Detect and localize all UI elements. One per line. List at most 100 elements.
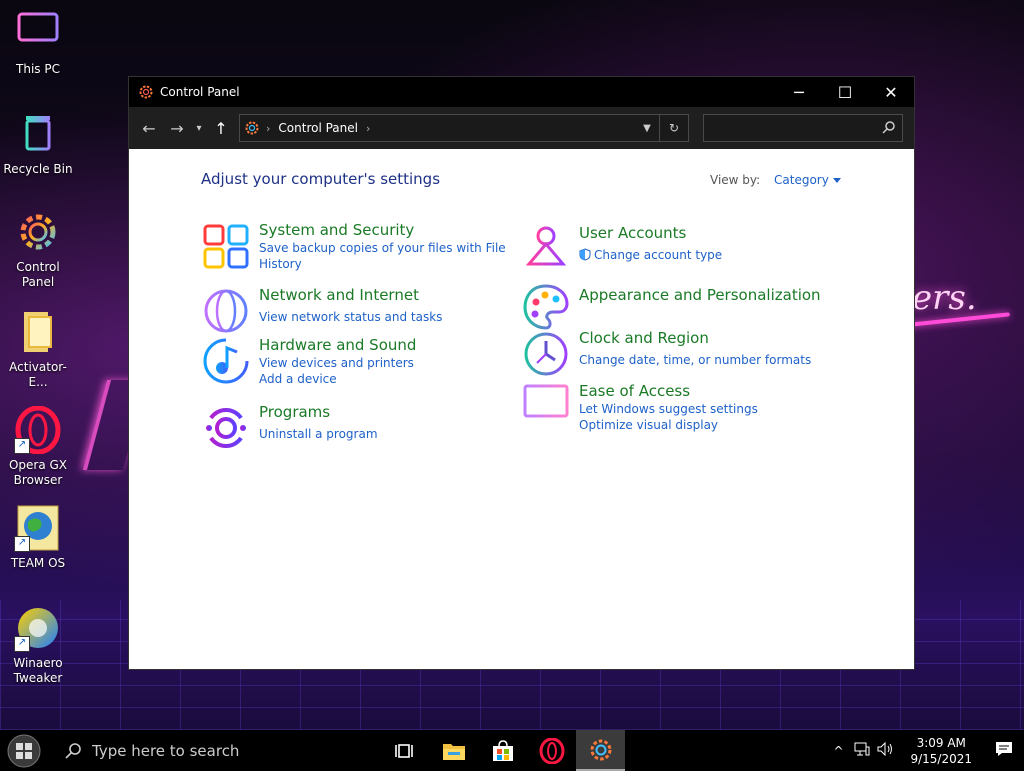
- opera-gx-taskbar-button[interactable]: [527, 730, 576, 771]
- shortcut-arrow-icon: ↗: [14, 536, 30, 552]
- taskbar: Type here to search ^ 3:09 AM 9/15/2021: [0, 730, 1024, 771]
- notification-icon[interactable]: [984, 741, 1024, 760]
- category-link[interactable]: Add a device: [259, 371, 416, 387]
- category-ease-of-access: Ease of Access Let Windows suggest setti…: [521, 382, 758, 433]
- chevron-up-icon[interactable]: ^: [826, 744, 850, 758]
- store-bag-icon[interactable]: [491, 739, 515, 762]
- view-by-dropdown[interactable]: Category: [774, 173, 841, 187]
- search-icon[interactable]: [882, 120, 896, 134]
- shortcut-arrow-icon: ↗: [14, 636, 30, 652]
- breadcrumb-separator: ›: [266, 121, 271, 135]
- recent-locations-chevron-icon[interactable]: ▾: [191, 114, 207, 142]
- control-panel-icon: [139, 85, 153, 99]
- taskbar-search[interactable]: Type here to search: [48, 730, 368, 771]
- forward-arrow-icon[interactable]: →: [163, 114, 191, 142]
- desktop-icon-recycle-bin[interactable]: Recycle Bin: [0, 110, 76, 177]
- breadcrumb-control-panel[interactable]: Control Panel: [278, 121, 358, 135]
- palette-icon[interactable]: [521, 282, 571, 332]
- desktop-icon-winaero[interactable]: ↗ Winaero Tweaker: [0, 604, 76, 686]
- clock-icon[interactable]: [521, 329, 571, 379]
- title-bar[interactable]: Control Panel ─ ☐ ✕: [129, 77, 914, 107]
- system-security-icon[interactable]: [201, 221, 251, 271]
- taskbar-clock[interactable]: 3:09 AM 9/15/2021: [898, 735, 984, 767]
- opera-icon: ↗: [14, 405, 62, 455]
- clock-time: 3:09 AM: [916, 735, 966, 750]
- back-arrow-icon[interactable]: ←: [135, 114, 163, 142]
- search-box[interactable]: [703, 114, 903, 142]
- category-user-accounts: User Accounts Change account type: [521, 224, 722, 274]
- category-title[interactable]: Ease of Access: [579, 382, 758, 401]
- category-hardware-sound: Hardware and Sound View devices and prin…: [201, 336, 416, 387]
- gear-icon[interactable]: [588, 737, 614, 763]
- desktop-icon-this-pc[interactable]: This PC: [0, 10, 76, 77]
- wallpaper-neon-text: ers.: [912, 278, 977, 318]
- category-link[interactable]: Change date, time, or number formats: [579, 352, 811, 368]
- search-icon: [65, 742, 81, 759]
- desktop-icon-label: TEAM OS: [10, 556, 66, 570]
- category-title[interactable]: System and Security: [259, 221, 506, 240]
- file-explorer-button[interactable]: [429, 730, 478, 771]
- user-accounts-icon[interactable]: [521, 224, 571, 274]
- window-title: Control Panel: [160, 85, 240, 99]
- ease-of-access-monitor-icon[interactable]: [521, 382, 571, 432]
- up-arrow-icon[interactable]: ↑: [207, 114, 235, 142]
- monitor-icon: [14, 10, 62, 58]
- network-icon[interactable]: [850, 742, 874, 759]
- category-title[interactable]: Clock and Region: [579, 329, 811, 348]
- music-note-icon[interactable]: [201, 336, 251, 386]
- category-link[interactable]: Optimize visual display: [579, 417, 758, 433]
- maximize-button[interactable]: ☐: [822, 77, 868, 107]
- start-button[interactable]: [0, 730, 48, 771]
- desktop-icon-activator[interactable]: Activator-E...: [0, 308, 76, 390]
- winaero-icon: ↗: [14, 604, 62, 652]
- category-link[interactable]: Save backup copies of your files with Fi…: [259, 240, 506, 256]
- view-by: View by: Category: [710, 173, 841, 187]
- shortcut-arrow-icon: ↗: [14, 438, 30, 454]
- category-title[interactable]: Network and Internet: [259, 286, 442, 305]
- control-panel-taskbar-button[interactable]: [576, 730, 625, 771]
- desktop-icon-control-panel[interactable]: Control Panel: [0, 208, 76, 290]
- category-title[interactable]: Programs: [259, 403, 378, 422]
- caret-down-icon[interactable]: [832, 178, 841, 183]
- close-button[interactable]: ✕: [868, 77, 914, 107]
- search-input[interactable]: [704, 115, 886, 141]
- system-tray: ^ 3:09 AM 9/15/2021: [826, 735, 1024, 767]
- category-clock-region: Clock and Region Change date, time, or n…: [521, 329, 811, 379]
- category-link-with-shield[interactable]: Change account type: [579, 247, 722, 263]
- windows-orb-icon[interactable]: [6, 733, 42, 769]
- desktop-icon-label: This PC: [16, 62, 60, 76]
- content-area: Adjust your computer's settings View by:…: [129, 149, 914, 667]
- navigation-bar: ← → ▾ ↑ › Control Panel › ▼ ↻: [129, 107, 914, 149]
- refresh-icon[interactable]: ↻: [659, 115, 688, 141]
- volume-icon[interactable]: [874, 741, 898, 759]
- category-appearance: Appearance and Personalization: [521, 282, 821, 332]
- task-view-button[interactable]: [380, 730, 429, 771]
- control-panel-icon: [245, 121, 259, 135]
- view-by-value[interactable]: Category: [774, 173, 829, 187]
- minimize-button[interactable]: ─: [776, 77, 822, 107]
- microsoft-store-button[interactable]: [478, 730, 527, 771]
- category-title[interactable]: Appearance and Personalization: [579, 286, 821, 305]
- category-link[interactable]: View devices and printers: [259, 355, 416, 371]
- category-link-text[interactable]: Change account type: [594, 248, 722, 262]
- breadcrumb-separator[interactable]: ›: [366, 122, 370, 135]
- task-view-icon[interactable]: [394, 742, 415, 760]
- category-link[interactable]: Uninstall a program: [259, 426, 378, 442]
- folder-icon[interactable]: [442, 741, 466, 761]
- opera-icon[interactable]: [539, 737, 565, 764]
- desktop-icon-team-os[interactable]: ↗ TEAM OS: [0, 504, 76, 571]
- address-bar[interactable]: › Control Panel › ▼ ↻: [239, 114, 689, 142]
- category-link[interactable]: Let Windows suggest settings: [579, 401, 758, 417]
- taskbar-search-placeholder[interactable]: Type here to search: [92, 742, 239, 760]
- desktop-icon-label: Opera GX Browser: [8, 458, 68, 487]
- category-title[interactable]: User Accounts: [579, 224, 722, 243]
- category-link[interactable]: View network status and tasks: [259, 309, 442, 325]
- address-dropdown-chevron-icon[interactable]: ▼: [635, 123, 659, 134]
- programs-icon[interactable]: [201, 403, 251, 453]
- desktop-icon-label: Winaero Tweaker: [13, 656, 63, 685]
- category-title[interactable]: Hardware and Sound: [259, 336, 416, 355]
- globe-network-icon[interactable]: [201, 286, 251, 336]
- category-link[interactable]: History: [259, 256, 506, 272]
- desktop-icon-opera-gx[interactable]: ↗ Opera GX Browser: [0, 405, 76, 488]
- uac-shield-icon: [579, 248, 591, 261]
